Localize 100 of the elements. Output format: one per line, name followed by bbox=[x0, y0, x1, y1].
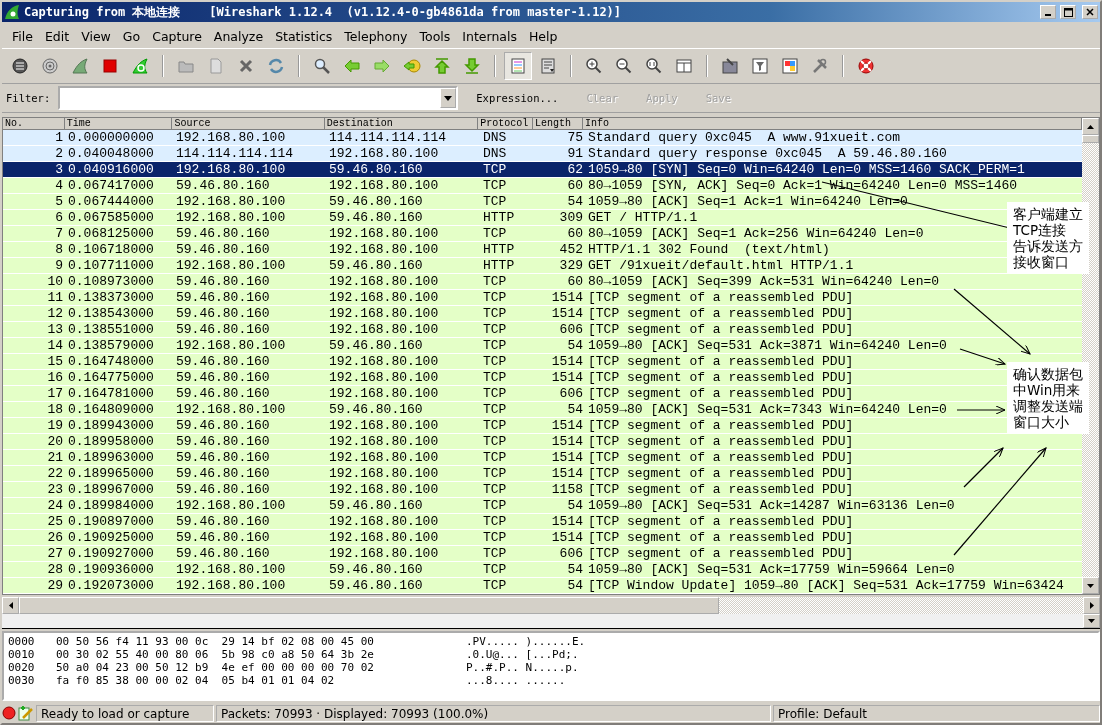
table-cell-text: 14 bbox=[46, 338, 64, 353]
table-cell-text: 0.138551000 bbox=[67, 322, 155, 337]
table-cell-text: 0.138579000 bbox=[67, 338, 155, 353]
table-cell-text: 59.46.80.160 bbox=[175, 370, 271, 385]
table-cell-text: 24 bbox=[46, 498, 64, 513]
table-cell-text: TCP bbox=[482, 546, 508, 561]
table-cell-text: 0.190927000 bbox=[67, 546, 155, 561]
ascii-bytes: ...8.... ...... bbox=[466, 674, 566, 687]
table-cell-text: 1514 bbox=[550, 434, 584, 449]
table-cell-text: 16 bbox=[46, 370, 64, 385]
table-cell-text: TCP bbox=[482, 306, 508, 321]
table-cell-text: 54 bbox=[566, 562, 584, 577]
table-cell-text: 59.46.80.160 bbox=[175, 226, 271, 241]
table-cell-text: 29 bbox=[46, 578, 64, 593]
table-cell-text: 59.46.80.160 bbox=[175, 354, 271, 369]
table-cell-text: 1514 bbox=[550, 354, 584, 369]
table-cell-text: 1514 bbox=[550, 418, 584, 433]
table-cell-text: 192.168.80.100 bbox=[328, 466, 440, 481]
table-cell-text: 59.46.80.160 bbox=[328, 162, 424, 177]
table-cell-text: 59.46.80.160 bbox=[175, 242, 271, 257]
table-cell-text: 0.192073000 bbox=[67, 578, 155, 593]
table-cell-text: TCP bbox=[482, 194, 508, 209]
table-cell-text: 8 bbox=[54, 242, 64, 257]
table-cell-text: 54 bbox=[566, 578, 584, 593]
table-cell-text: TCP bbox=[482, 514, 508, 529]
table-cell-text: TCP bbox=[482, 370, 508, 385]
table-cell-text: TCP bbox=[482, 274, 508, 289]
table-cell-text: 192.168.80.100 bbox=[328, 306, 440, 321]
table-cell-text: 5 bbox=[54, 194, 64, 209]
table-cell-text: 54 bbox=[566, 498, 584, 513]
table-cell-text: TCP bbox=[482, 290, 508, 305]
table-cell-text: 192.168.80.100 bbox=[328, 450, 440, 465]
table-cell-text: 9 bbox=[54, 258, 64, 273]
table-cell-text: 0.068125000 bbox=[67, 226, 155, 241]
table-cell-text: 59.46.80.160 bbox=[328, 498, 424, 513]
table-cell-text: 59.46.80.160 bbox=[175, 530, 271, 545]
table-cell-text: 59.46.80.160 bbox=[328, 578, 424, 593]
table-cell-text: 192.168.80.100 bbox=[328, 434, 440, 449]
table-cell-text: HTTP bbox=[482, 258, 516, 273]
table-cell-text: 12 bbox=[46, 306, 64, 321]
table-cell-text: 54 bbox=[566, 194, 584, 209]
table-cell-text: 23 bbox=[46, 482, 64, 497]
table-cell-text: 192.168.80.100 bbox=[175, 162, 287, 177]
table-cell-text: 1514 bbox=[550, 450, 584, 465]
table-cell-text: 7 bbox=[54, 226, 64, 241]
table-cell-text: 11 bbox=[46, 290, 64, 305]
table-cell-text: 0.164748000 bbox=[67, 354, 155, 369]
table-cell-text: [TCP segment of a reassembled PDU] bbox=[587, 482, 854, 497]
ascii-bytes: P..#.P.. N.....p. bbox=[466, 661, 579, 674]
table-cell-text: 0.108973000 bbox=[67, 274, 155, 289]
hex-bytes: 00 30 02 55 40 00 80 06 5b 98 c0 a8 50 64 3b 2e bbox=[56, 648, 375, 661]
table-cell-text: 25 bbox=[46, 514, 64, 529]
hex-bytes: 00 50 56 f4 11 93 00 0c 29 14 bf 02 08 00 45 00 bbox=[56, 635, 375, 648]
table-cell-text: 19 bbox=[46, 418, 64, 433]
table-cell-text: 1514 bbox=[550, 370, 584, 385]
table-cell-text: 1158 bbox=[550, 482, 584, 497]
table-cell-text: 59.46.80.160 bbox=[175, 482, 271, 497]
table-cell-text: 1059→80 [ACK] Seq=531 Ack=7343 Win=64240 Len=0 bbox=[587, 402, 947, 417]
table-cell-text: 192.168.80.100 bbox=[175, 210, 287, 225]
table-cell-text: 192.168.80.100 bbox=[328, 354, 440, 369]
table-cell-text: 20 bbox=[46, 434, 64, 449]
table-cell-text: 59.46.80.160 bbox=[175, 178, 271, 193]
table-cell-text: 192.168.80.100 bbox=[175, 562, 287, 577]
table-cell-text: 192.168.80.100 bbox=[328, 546, 440, 561]
table-cell-text: TCP bbox=[482, 226, 508, 241]
table-cell-text: 1059→80 [ACK] Seq=531 Ack=14287 Win=63136 Len=0 bbox=[587, 498, 955, 513]
table-cell-text: 606 bbox=[558, 546, 584, 561]
table-cell-text: HTTP/1.1 302 Found (text/html) bbox=[587, 242, 830, 257]
table-cell-text: 1514 bbox=[550, 306, 584, 321]
table-cell-text: 10 bbox=[46, 274, 64, 289]
table-cell-text: 192.168.80.100 bbox=[328, 530, 440, 545]
table-cell-text: [TCP segment of a reassembled PDU] bbox=[587, 434, 854, 449]
table-cell-text: TCP bbox=[482, 402, 508, 417]
status-message: Ready to load or capture bbox=[36, 704, 214, 722]
table-cell-text: [TCP segment of a reassembled PDU] bbox=[587, 370, 854, 385]
table-cell-text: 59.46.80.160 bbox=[328, 194, 424, 209]
table-cell-text: 606 bbox=[558, 386, 584, 401]
table-cell-text: 1059→80 [ACK] Seq=1 Ack=1 Win=64240 Len=0 bbox=[587, 194, 908, 209]
table-cell-text: [TCP segment of a reassembled PDU] bbox=[587, 306, 854, 321]
table-cell-text: GET /91xueit/default.html HTTP/1.1 bbox=[587, 258, 854, 273]
table-cell-text: 18 bbox=[46, 402, 64, 417]
ascii-bytes: .PV..... )......E. bbox=[466, 635, 586, 648]
table-cell-text: 1059→80 [ACK] Seq=531 Ack=3871 Win=64240 Len=0 bbox=[587, 338, 947, 353]
packet-count: Packets: 70993 · Displayed: 70993 (100.0%) bbox=[216, 704, 771, 722]
table-cell-text: TCP bbox=[482, 434, 508, 449]
table-cell-text: TCP bbox=[482, 450, 508, 465]
table-cell-text: 28 bbox=[46, 562, 64, 577]
table-cell-text: TCP bbox=[482, 162, 508, 177]
table-cell-text: [TCP segment of a reassembled PDU] bbox=[587, 354, 854, 369]
table-cell-text: [TCP Window Update] 1059→80 [ACK] Seq=531 Ack=17759 Win=63424 bbox=[587, 578, 1064, 593]
table-cell-text: TCP bbox=[482, 178, 508, 193]
table-cell-text: 192.168.80.100 bbox=[175, 402, 287, 417]
table-cell-text: TCP bbox=[482, 322, 508, 337]
window-title: Capturing from 本地连接 [Wireshark 1.12.4 (v1.12.4-0-gb4861da from master-1.12)] bbox=[24, 3, 623, 21]
table-cell-text: 0.189984000 bbox=[67, 498, 155, 513]
table-cell-text: 22 bbox=[46, 466, 64, 481]
table-cell-text: 59.46.80.160 bbox=[175, 386, 271, 401]
table-cell-text: Standard query 0xc045 A www.91xueit.com bbox=[587, 130, 901, 145]
table-cell-text: 59.46.80.160 bbox=[175, 514, 271, 529]
table-cell-text: 192.168.80.100 bbox=[175, 338, 287, 353]
